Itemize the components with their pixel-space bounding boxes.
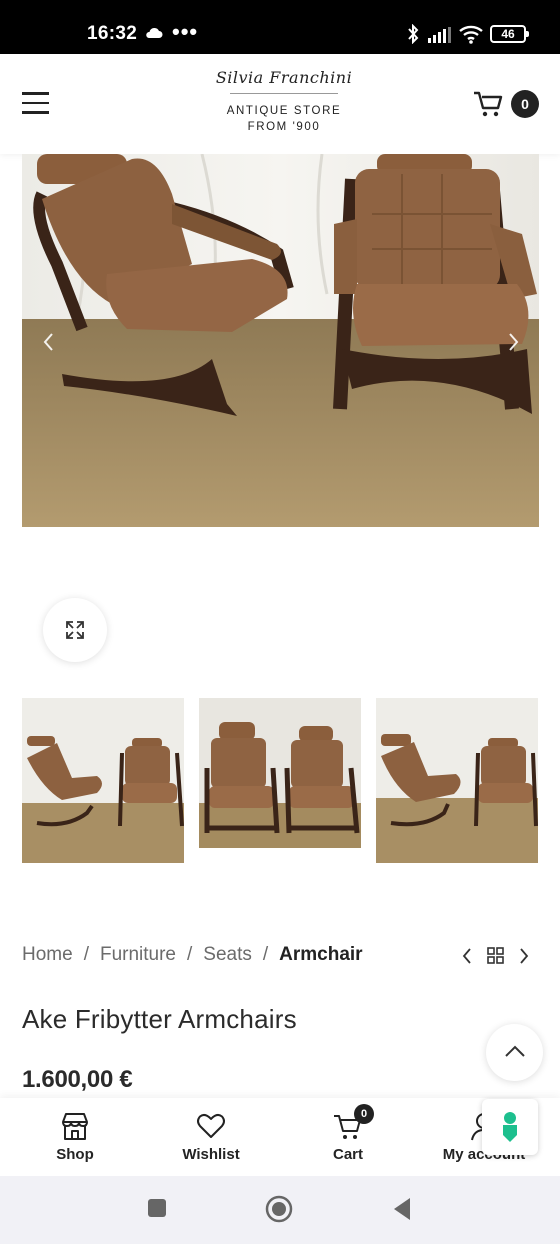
grid-icon <box>487 947 504 964</box>
thumbnail-3[interactable] <box>376 698 538 863</box>
site-logo[interactable]: Silvia Franchini ANTIQUE STORE FROM '900 <box>196 68 372 135</box>
cart-icon[interactable] <box>473 90 505 123</box>
logo-line-2: FROM '900 <box>247 121 321 133</box>
product-navigation <box>459 944 539 968</box>
expand-icon <box>66 621 84 639</box>
toolbar-cart-label: Cart <box>332 1146 363 1163</box>
wifi-icon <box>458 24 486 49</box>
status-bar: 16:32 ••• 46 <box>0 0 560 54</box>
toolbar-cart[interactable]: 0 Cart <box>288 1104 408 1163</box>
bluetooth-icon <box>406 23 420 49</box>
cloud-icon <box>145 26 163 44</box>
toolbar-shop-label: Shop <box>56 1146 94 1163</box>
circle-icon[interactable] <box>265 1195 293 1228</box>
signal-icon <box>428 27 454 48</box>
chevron-up-icon <box>505 1045 525 1057</box>
thumbnail-strip <box>22 698 539 863</box>
toolbar-cart-count: 0 <box>354 1104 374 1124</box>
chevron-right-icon <box>520 948 529 964</box>
breadcrumb-furniture[interactable]: Furniture <box>100 944 176 965</box>
logo-script: Silvia Franchini <box>215 68 353 87</box>
menu-icon[interactable] <box>22 92 49 114</box>
breadcrumb-home[interactable]: Home <box>22 944 73 965</box>
heart-icon <box>151 1110 271 1142</box>
logo-line-1: ANTIQUE STORE <box>226 105 342 117</box>
chat-icon <box>503 1112 517 1142</box>
logo-divider <box>230 93 338 94</box>
product-price: 1.600,00 € <box>22 1066 133 1093</box>
toolbar-wishlist[interactable]: Wishlist <box>151 1110 271 1163</box>
breadcrumb-separator: / <box>83 944 89 965</box>
toolbar-wishlist-label: Wishlist <box>182 1146 240 1163</box>
breadcrumb-separator: / <box>262 944 269 965</box>
header-cart-count[interactable]: 0 <box>511 90 539 118</box>
product-title: Ake Fribytter Armchairs <box>22 1004 297 1034</box>
chevron-left-icon[interactable] <box>38 330 60 354</box>
breadcrumb: Home / Furniture / Seats / Armchair <box>22 944 363 966</box>
status-dots: ••• <box>172 19 199 44</box>
scroll-to-top-button[interactable] <box>486 1024 543 1081</box>
toolbar-shop[interactable]: Shop <box>15 1110 135 1163</box>
zoom-button[interactable] <box>43 598 107 662</box>
breadcrumb-seats[interactable]: Seats <box>203 944 252 965</box>
shop-icon <box>15 1110 135 1142</box>
bottom-toolbar: Shop Wishlist 0 Cart My account <box>0 1098 560 1176</box>
triangle-back-icon[interactable] <box>392 1197 412 1226</box>
android-navigation-bar <box>0 1176 560 1244</box>
status-time: 16:32 <box>87 23 138 44</box>
breadcrumb-separator: / <box>187 944 193 965</box>
square-icon[interactable] <box>147 1198 167 1223</box>
thumbnail-1[interactable] <box>22 698 184 863</box>
thumbnail-2[interactable] <box>199 698 361 863</box>
battery-icon: 46 <box>490 25 529 43</box>
chat-button[interactable] <box>482 1099 538 1155</box>
main-product-image[interactable] <box>22 154 539 527</box>
site-header: Silvia Franchini ANTIQUE STORE FROM '900… <box>0 54 560 154</box>
chevron-left-icon <box>462 948 471 964</box>
chevron-right-icon[interactable] <box>502 330 524 354</box>
cart-icon: 0 <box>288 1104 408 1142</box>
breadcrumb-current[interactable]: Armchair <box>279 944 362 965</box>
